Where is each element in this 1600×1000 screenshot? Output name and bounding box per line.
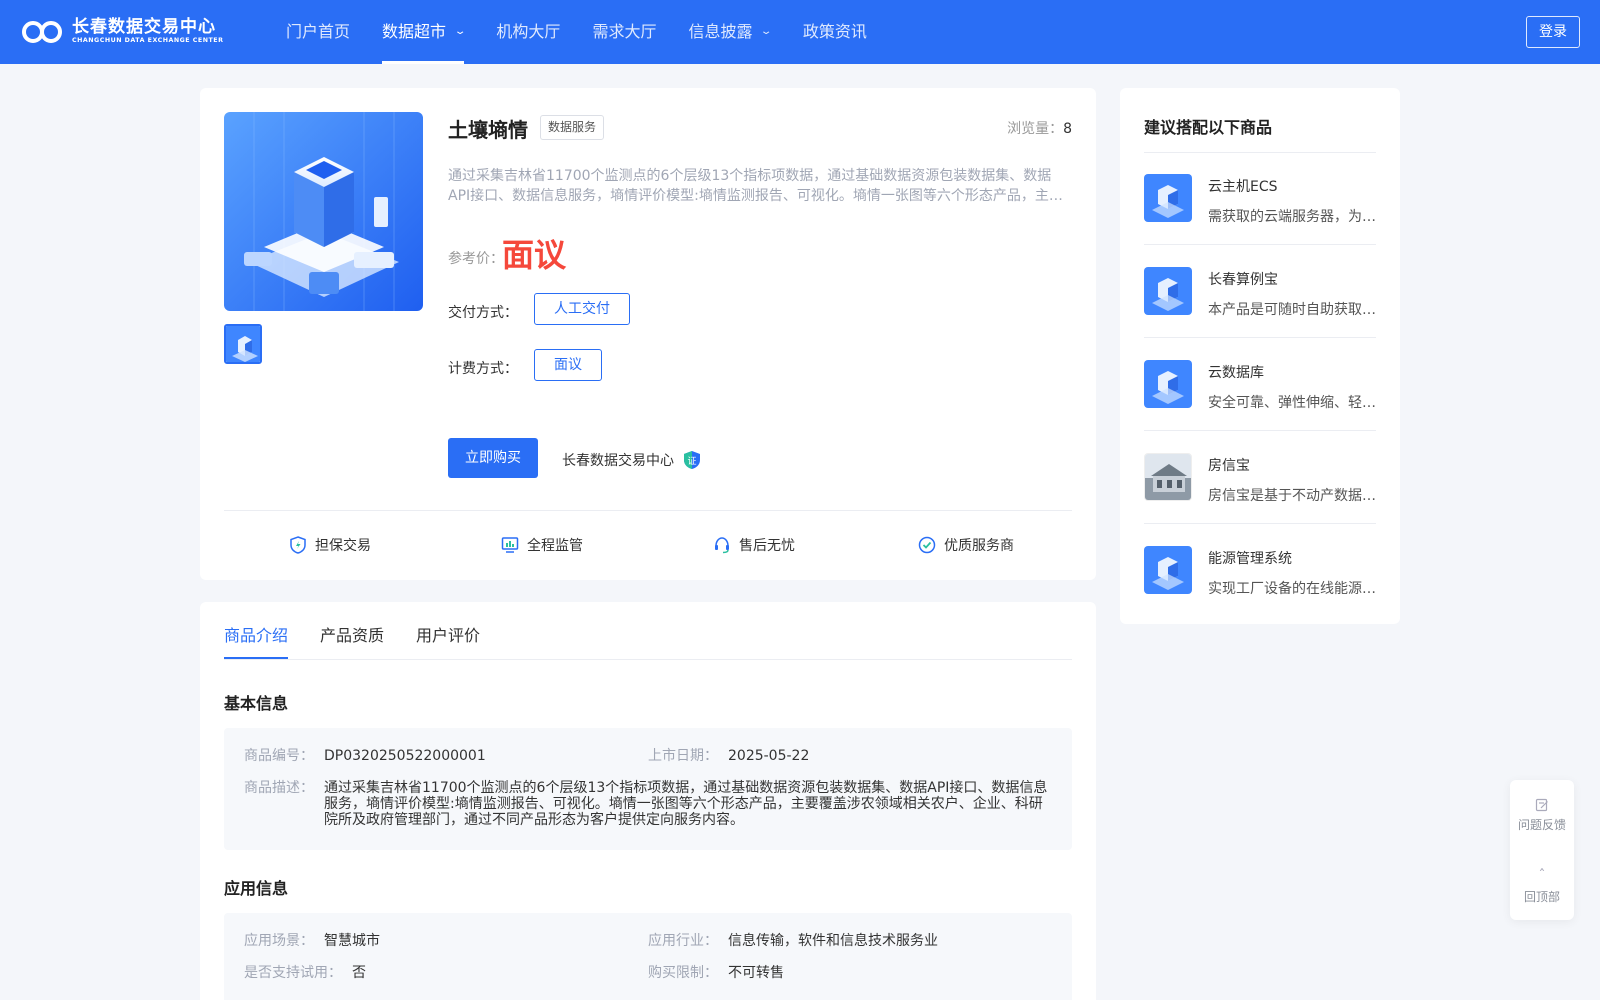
price-value: 面议 xyxy=(502,236,567,274)
quality-badge-icon xyxy=(918,536,936,554)
recommend-item-name: 云数据库 xyxy=(1208,365,1264,381)
product-main-image xyxy=(224,112,423,311)
recommend-item-image xyxy=(1144,453,1192,501)
guarantee-supervision: 全程监管 xyxy=(436,510,648,580)
guarantee-escrow: 担保交易 xyxy=(224,510,436,580)
top-nav-bar: 长春数据交易中心 CHANGCHUN DATA EXCHANGE CENTER … xyxy=(0,0,1600,64)
chevron-down-icon: ⌄ xyxy=(760,26,773,37)
basic-info-title: 基本信息 xyxy=(224,694,289,713)
shield-icon xyxy=(290,536,306,554)
logo-mark-icon xyxy=(22,17,70,45)
product-description: 通过采集吉林省11700个监测点的6个层级13个指标项数据，通过基础数据资源包装… xyxy=(448,168,1063,204)
recommend-item-name: 房信宝 xyxy=(1208,458,1250,474)
recommend-item-name: 能源管理系统 xyxy=(1208,551,1292,567)
launch-date-row: 上市日期： 2025-05-22 xyxy=(648,748,810,764)
purchase-limit-value: 不可转售 xyxy=(728,965,784,981)
recommend-item-desc: 实现工厂设备的在线能源管理 xyxy=(1208,581,1376,597)
recommend-item-image xyxy=(1144,360,1192,408)
login-button[interactable]: 登录 xyxy=(1526,16,1580,48)
billing-option-button[interactable]: 面议 xyxy=(534,349,602,381)
chevron-up-icon: ˆ xyxy=(1538,868,1546,884)
launch-date-value: 2025-05-22 xyxy=(728,748,810,764)
site-logo[interactable]: 长春数据交易中心 CHANGCHUN DATA EXCHANGE CENTER xyxy=(22,17,223,45)
nav-item-demands[interactable]: 需求大厅 xyxy=(592,0,656,64)
recommend-item[interactable]: 云主机ECS 需获取的云端服务器，为用户提供 xyxy=(1144,152,1376,244)
price-label: 参考价： xyxy=(448,251,504,267)
trial-value: 否 xyxy=(352,965,366,981)
detail-tabs: 商品介绍 产品资质 用户评价 xyxy=(224,602,1072,660)
logo-en-text: CHANGCHUN DATA EXCHANGE CENTER xyxy=(72,36,224,44)
logo-cn-text: 长春数据交易中心 xyxy=(72,16,216,37)
app-scene-value: 智慧城市 xyxy=(324,933,380,949)
product-type-tag: 数据服务 xyxy=(540,115,605,140)
recommend-item-image xyxy=(1144,546,1192,594)
certified-badge-icon: 证 xyxy=(684,451,700,469)
recommend-item-image xyxy=(1144,174,1192,222)
nav-item-policy[interactable]: 政策资讯 xyxy=(803,0,867,64)
delivery-option-button[interactable]: 人工交付 xyxy=(534,293,630,325)
recommend-title: 建议搭配以下商品 xyxy=(1144,118,1273,137)
monitor-icon xyxy=(501,537,519,553)
view-count: 浏览量：8 xyxy=(1007,121,1072,137)
nav-item-data-market[interactable]: 数据超市 ⌄ xyxy=(382,0,467,64)
app-info-box: 应用场景： 智慧城市 应用行业： 信息传输，软件和信息技术服务业 是否支持试用：… xyxy=(224,913,1072,1000)
buy-now-button[interactable]: 立即购买 xyxy=(448,438,538,478)
recommend-item[interactable]: 长春算例宝 本产品是可随时自助获取的算力资源 xyxy=(1144,245,1376,337)
tab-product-intro[interactable]: 商品介绍 xyxy=(224,602,289,659)
tab-qualification[interactable]: 产品资质 xyxy=(320,602,384,659)
product-code-row: 商品编号： DP0320250522000001 xyxy=(244,748,486,764)
recommend-item-desc: 安全可靠、弹性伸缩、轻松运维 xyxy=(1208,395,1376,411)
billing-label: 计费方式： xyxy=(448,361,518,377)
guarantee-aftersales: 售后无忧 xyxy=(648,510,860,580)
app-scene-row: 应用场景： 智慧城市 xyxy=(244,933,380,949)
view-count-value: 8 xyxy=(1063,121,1072,137)
floating-toolbar: 问题反馈 ˆ 回顶部 xyxy=(1510,780,1574,920)
main-nav: 门户首页 数据超市 ⌄ 机构大厅 需求大厅 信息披露 ⌄ 政策资讯 xyxy=(286,0,899,64)
recommend-item[interactable]: 能源管理系统 实现工厂设备的在线能源管理 xyxy=(1144,524,1376,616)
recommend-panel: 建议搭配以下商品 云主机ECS 需获取的云端服务器，为用户提供 长春算例宝 本产… xyxy=(1120,88,1400,624)
recommend-item-name: 云主机ECS xyxy=(1208,179,1278,195)
app-info-title: 应用信息 xyxy=(224,879,289,898)
recommend-item-desc: 房信宝是基于不动产数据的服务 xyxy=(1208,488,1376,504)
nav-item-disclosure[interactable]: 信息披露 ⌄ xyxy=(688,0,773,64)
basic-info-box: 商品编号： DP0320250522000001 上市日期： 2025-05-2… xyxy=(224,728,1072,850)
certified-badge-label: 证 xyxy=(687,456,696,467)
seller-name: 长春数据交易中心 xyxy=(562,453,674,469)
app-industry-value: 信息传输，软件和信息技术服务业 xyxy=(728,933,938,949)
detail-card: 商品介绍 产品资质 用户评价 基本信息 商品编号： DP032025052200… xyxy=(200,602,1096,1000)
recommend-item-name: 长春算例宝 xyxy=(1208,272,1278,288)
feedback-button[interactable]: 问题反馈 xyxy=(1510,798,1574,833)
edit-icon xyxy=(1535,798,1548,812)
delivery-label: 交付方式： xyxy=(448,305,518,321)
product-code-value: DP0320250522000001 xyxy=(324,748,486,764)
recommend-item[interactable]: 云数据库 安全可靠、弹性伸缩、轻松运维 xyxy=(1144,338,1376,430)
purchase-limit-row: 购买限制： 不可转售 xyxy=(648,965,784,981)
chevron-down-icon: ⌄ xyxy=(453,26,467,37)
trial-row: 是否支持试用： 否 xyxy=(244,965,366,981)
product-desc-row: 商品描述： 通过采集吉林省11700个监测点的6个层级13个指标项数据，通过基础… xyxy=(244,780,1052,828)
guarantee-bar: 担保交易 全程监管 售后无忧 优质服务商 xyxy=(224,510,1072,580)
product-card: 土壤墒情 数据服务 浏览量：8 通过采集吉林省11700个监测点的6个层级13个… xyxy=(200,88,1096,580)
product-desc-value: 通过采集吉林省11700个监测点的6个层级13个指标项数据，通过基础数据资源包装… xyxy=(324,780,1048,828)
back-to-top-button[interactable]: ˆ 回顶部 xyxy=(1510,868,1574,905)
nav-item-home[interactable]: 门户首页 xyxy=(286,0,350,64)
headset-icon xyxy=(715,537,729,554)
app-industry-row: 应用行业： 信息传输，软件和信息技术服务业 xyxy=(648,933,938,949)
recommend-item-desc: 需获取的云端服务器，为用户提供 xyxy=(1208,209,1376,225)
guarantee-quality-provider: 优质服务商 xyxy=(860,510,1072,580)
product-thumbnail[interactable] xyxy=(224,324,262,364)
tab-reviews[interactable]: 用户评价 xyxy=(416,602,480,659)
nav-item-institutions[interactable]: 机构大厅 xyxy=(496,0,560,64)
recommend-item-image xyxy=(1144,267,1192,315)
recommend-item-desc: 本产品是可随时自助获取的算力资源 xyxy=(1208,302,1376,318)
seller-info[interactable]: 长春数据交易中心 证 xyxy=(562,450,702,470)
recommend-item[interactable]: 房信宝 房信宝是基于不动产数据的服务 xyxy=(1144,431,1376,523)
product-title: 土壤墒情 xyxy=(448,118,528,142)
